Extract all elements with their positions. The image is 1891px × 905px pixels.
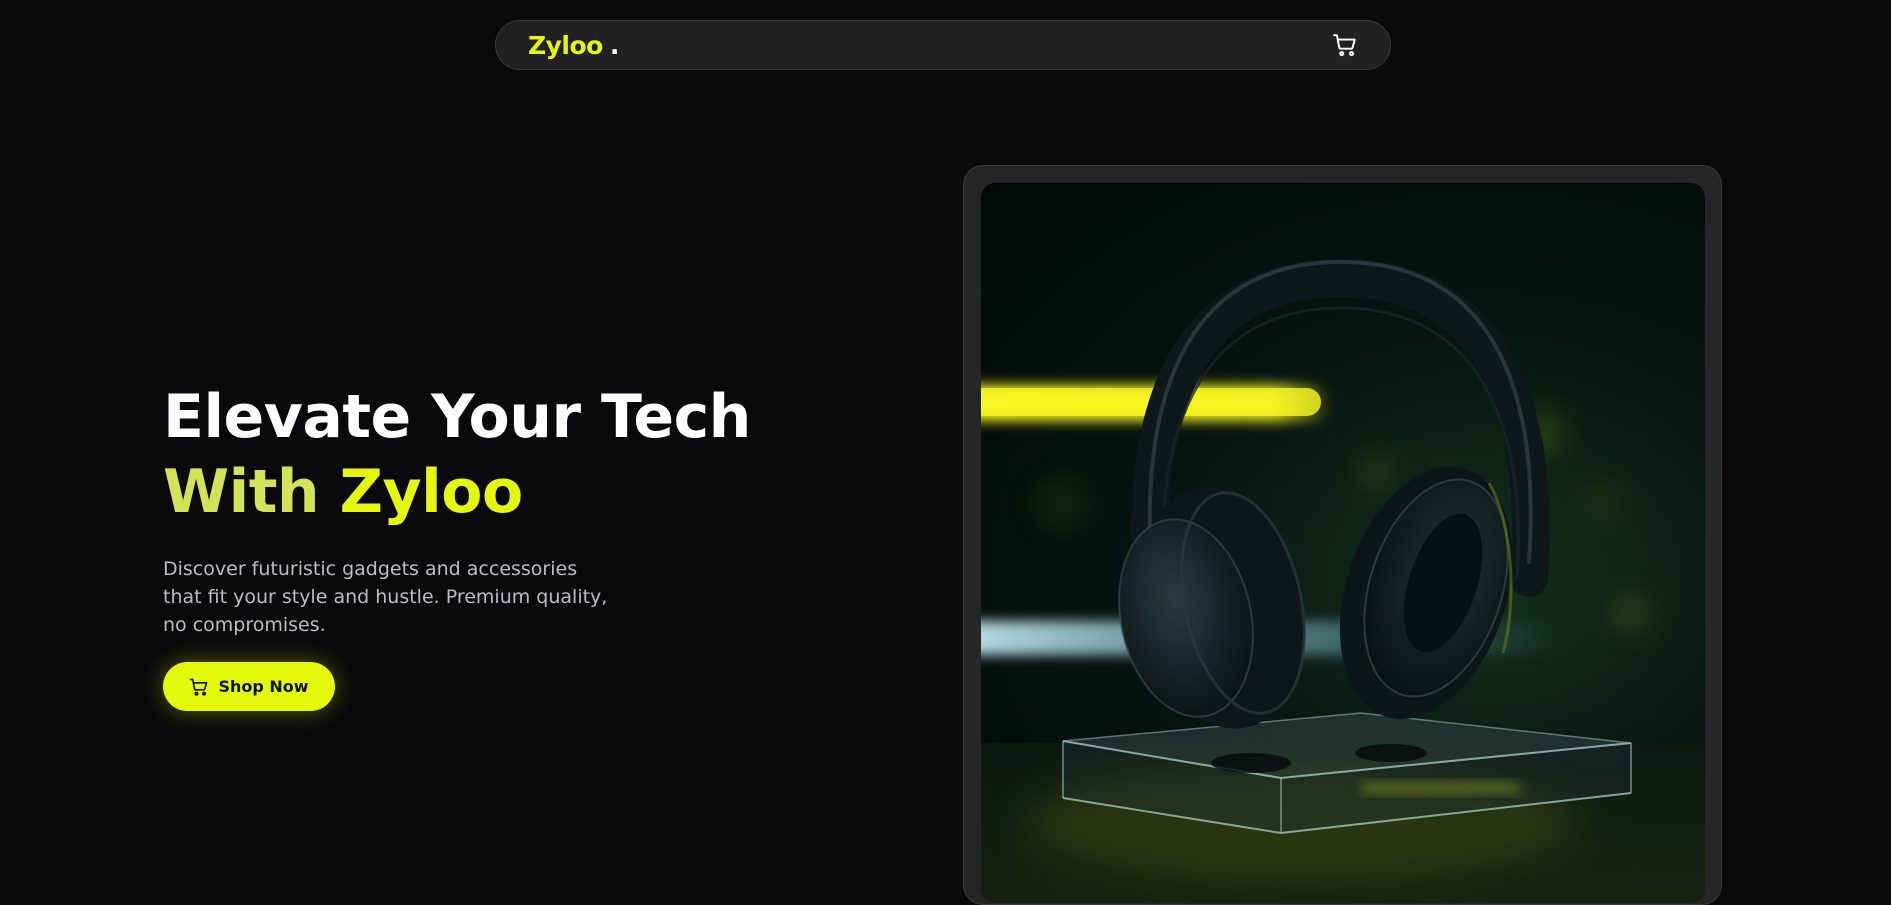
hero-image-frame xyxy=(963,165,1722,905)
headphones-image xyxy=(981,258,1705,903)
hero-image xyxy=(981,183,1705,903)
cart-icon xyxy=(190,678,208,696)
logo-text: Zyloo xyxy=(528,30,603,60)
shop-now-label: Shop Now xyxy=(218,677,309,696)
hero-description: Discover futuristic gadgets and accessor… xyxy=(163,558,608,636)
hero-title-line2: With Zyloo xyxy=(163,455,751,530)
logo[interactable]: Zyloo . xyxy=(528,31,619,60)
hero-title: Elevate Your Tech With Zyloo xyxy=(163,380,751,530)
navbar: Zyloo . xyxy=(495,20,1391,70)
hero-title-line1: Elevate Your Tech xyxy=(163,382,751,452)
shop-now-button[interactable]: Shop Now xyxy=(163,662,335,711)
hero-title-brand: Zyloo xyxy=(339,457,524,527)
logo-dot: . xyxy=(609,30,620,60)
cart-button[interactable] xyxy=(1330,30,1360,60)
hero-title-with: With xyxy=(163,457,320,527)
cart-icon xyxy=(1333,34,1356,57)
